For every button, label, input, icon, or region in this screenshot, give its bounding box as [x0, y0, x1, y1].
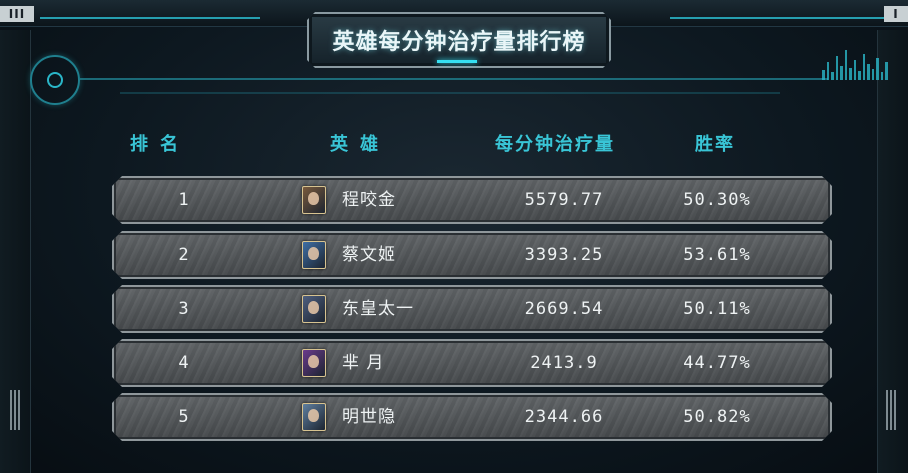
equalizer-icon — [822, 44, 888, 80]
table-row[interactable]: 1 程咬金 5579.77 50.30% — [112, 176, 832, 224]
win-rate-cell: 50.11% — [683, 299, 751, 319]
heal-value-cell: 5579.77 — [524, 190, 604, 210]
column-header-heal-per-minute: 每分钟治疗量 — [495, 134, 615, 155]
table-row[interactable]: 3 东皇太一 2669.54 50.11% — [112, 285, 832, 333]
hero-avatar-icon — [302, 403, 326, 431]
win-rate-cell: 50.30% — [683, 190, 751, 210]
rank-cell: 4 — [178, 353, 190, 373]
heal-value-cell: 3393.25 — [524, 245, 604, 265]
hero-name-cell: 明世隐 — [342, 407, 396, 427]
win-rate-cell: 44.77% — [683, 353, 751, 373]
hero-avatar-icon — [302, 295, 326, 323]
hero-name-cell: 东皇太一 — [342, 299, 414, 319]
rank-cell: 5 — [178, 407, 190, 427]
column-header-rank: 排名 — [130, 134, 190, 155]
hero-avatar-icon — [302, 241, 326, 269]
right-side-grip — [886, 390, 898, 430]
column-header-hero: 英雄 — [330, 134, 390, 155]
rank-cell: 3 — [178, 299, 190, 319]
top-frame-line-right — [670, 17, 890, 19]
title-glow-bar — [437, 60, 477, 63]
top-frame-line-left — [40, 17, 260, 19]
right-corner-badge: I — [884, 6, 908, 22]
hero-avatar-icon — [302, 349, 326, 377]
page-title: 英雄每分钟治疗量排行榜 — [332, 30, 586, 55]
column-header-win-rate: 胜率 — [695, 134, 735, 155]
rank-cell: 2 — [178, 245, 190, 265]
hero-avatar-icon — [302, 186, 326, 214]
heal-value-cell: 2669.54 — [524, 299, 604, 319]
heal-value-cell: 2413.9 — [530, 353, 598, 373]
table-row[interactable]: 5 明世隐 2344.66 50.82% — [112, 393, 832, 441]
left-side-panel — [0, 30, 31, 473]
hero-name-cell: 程咬金 — [342, 190, 396, 210]
win-rate-cell: 50.82% — [683, 407, 751, 427]
table-row[interactable]: 4 芈 月 2413.9 44.77% — [112, 339, 832, 387]
right-side-panel — [877, 30, 908, 473]
left-corner-badge: III — [0, 6, 34, 22]
hud-divider — [80, 78, 828, 80]
hud-divider-faint — [120, 92, 780, 94]
left-side-grip — [10, 390, 22, 430]
hero-name-cell: 蔡文姬 — [342, 245, 396, 265]
hud-ring-icon — [30, 55, 80, 105]
heal-value-cell: 2344.66 — [524, 407, 604, 427]
rank-cell: 1 — [178, 190, 190, 210]
hero-name-cell: 芈 月 — [342, 353, 385, 373]
win-rate-cell: 53.61% — [683, 245, 751, 265]
table-row[interactable]: 2 蔡文姬 3393.25 53.61% — [112, 231, 832, 279]
